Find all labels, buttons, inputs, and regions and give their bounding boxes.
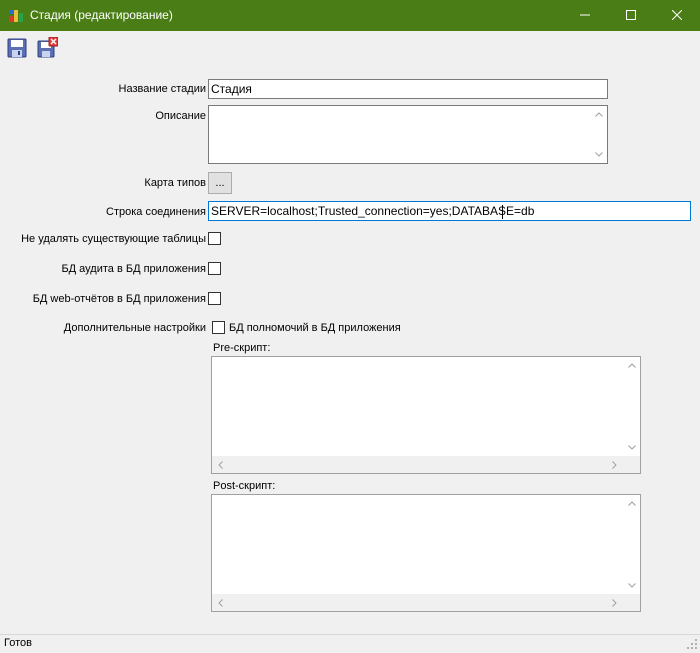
scroll-up-icon[interactable]: [623, 495, 640, 512]
post-script-label: Post-скрипт:: [213, 480, 276, 492]
scroll-up-icon[interactable]: [623, 357, 640, 374]
connection-label: Строка соединения: [106, 206, 206, 218]
type-map-label: Карта типов: [144, 177, 206, 189]
description-label: Описание: [155, 110, 206, 122]
description-textarea[interactable]: [208, 105, 608, 164]
save-close-icon: [37, 36, 59, 58]
resize-grip-icon[interactable]: [686, 638, 698, 650]
audit-db-label: БД аудита в БД приложения: [61, 263, 206, 275]
status-bar: [0, 634, 700, 653]
scroll-right-icon[interactable]: [606, 594, 623, 611]
text-caret: [502, 205, 503, 219]
scroll-up-icon[interactable]: [590, 106, 607, 123]
close-icon: [672, 10, 682, 20]
scroll-down-icon[interactable]: [623, 577, 640, 594]
extra-settings-label: Дополнительные настройки: [63, 322, 206, 334]
scroll-down-icon[interactable]: [623, 439, 640, 456]
post-script-textarea[interactable]: [211, 494, 641, 612]
save-button[interactable]: [6, 37, 28, 59]
keep-tables-checkbox[interactable]: [208, 232, 221, 245]
pre-script-horizontal-scrollbar[interactable]: [212, 456, 623, 473]
permissions-db-checkbox[interactable]: [212, 321, 225, 334]
pre-script-label: Pre-скрипт:: [213, 342, 271, 354]
close-button[interactable]: [654, 0, 700, 31]
status-text: Готов: [4, 637, 32, 649]
app-icon: [8, 8, 24, 24]
description-vertical-scrollbar[interactable]: [590, 106, 607, 163]
minimize-button[interactable]: [562, 0, 608, 31]
pre-script-textarea[interactable]: [211, 356, 641, 474]
keep-tables-label: Не удалять существующие таблицы: [21, 233, 206, 245]
stage-name-label: Название стадии: [118, 83, 206, 95]
connection-string-input[interactable]: SERVER=localhost;Trusted_connection=yes;…: [208, 201, 691, 221]
stage-name-value: Стадия: [211, 82, 252, 96]
post-script-horizontal-scrollbar[interactable]: [212, 594, 623, 611]
connection-string-value: SERVER=localhost;Trusted_connection=yes;…: [211, 204, 535, 218]
scroll-left-icon[interactable]: [212, 456, 229, 473]
web-reports-checkbox[interactable]: [208, 292, 221, 305]
scroll-left-icon[interactable]: [212, 594, 229, 611]
post-script-vertical-scrollbar[interactable]: [623, 495, 640, 594]
minimize-icon: [580, 14, 590, 16]
scroll-right-icon[interactable]: [606, 456, 623, 473]
stage-name-input[interactable]: Стадия: [208, 79, 608, 99]
audit-db-checkbox[interactable]: [208, 262, 221, 275]
web-reports-label: БД web-отчётов в БД приложения: [32, 293, 206, 305]
window-title: Стадия (редактирование): [30, 8, 173, 22]
permissions-db-label: БД полномочий в БД приложения: [229, 322, 401, 334]
pre-script-vertical-scrollbar[interactable]: [623, 357, 640, 456]
scroll-down-icon[interactable]: [590, 146, 607, 163]
maximize-button[interactable]: [608, 0, 654, 31]
scroll-corner: [623, 594, 640, 611]
maximize-icon: [626, 10, 636, 20]
scroll-corner: [623, 456, 640, 473]
type-map-button[interactable]: ...: [208, 172, 232, 194]
save-icon: [7, 38, 27, 58]
save-close-button[interactable]: [36, 36, 59, 59]
